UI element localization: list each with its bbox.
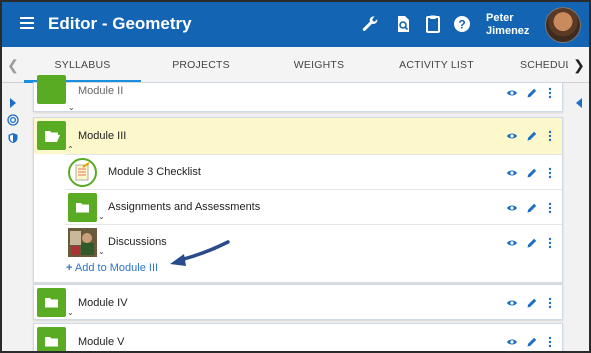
module-header[interactable]: Module V xyxy=(34,324,562,351)
more-vert-icon[interactable] xyxy=(544,297,556,309)
module-title: Module II xyxy=(78,85,124,97)
eye-icon[interactable] xyxy=(506,297,518,309)
chevron-down-icon[interactable]: ⌄ xyxy=(67,309,74,317)
module-title: Module V xyxy=(78,336,125,348)
folder-open-icon[interactable] xyxy=(37,121,66,150)
chevron-up-icon[interactable]: ⌄ xyxy=(67,144,74,153)
pencil-icon[interactable] xyxy=(526,202,538,214)
user-last-name: Jimenez xyxy=(486,25,530,37)
tab-bar: ❮ SYLLABUS PROJECTS WEIGHTS ACTIVITY LIS… xyxy=(2,47,589,83)
pencil-icon[interactable] xyxy=(526,336,538,348)
pencil-icon[interactable] xyxy=(526,167,538,179)
eye-icon[interactable] xyxy=(506,167,518,179)
photo-thumbnail-icon xyxy=(68,228,97,257)
clipboard-icon[interactable] xyxy=(423,14,443,34)
help-icon[interactable]: ? xyxy=(452,14,472,34)
item-title: Assignments and Assessments xyxy=(108,201,261,213)
eye-icon[interactable] xyxy=(506,130,518,142)
list-item[interactable]: ⌄ Assignments and Assessments xyxy=(65,189,562,224)
shield-icon[interactable] xyxy=(7,132,19,144)
more-vert-icon[interactable] xyxy=(544,237,556,249)
list-item[interactable]: ⌄ Discussions xyxy=(65,224,562,259)
add-to-module-label: Add to Module III xyxy=(74,262,159,274)
user-first-name: Peter xyxy=(486,12,514,24)
folder-icon[interactable] xyxy=(37,75,66,104)
tab-scroll-right-icon[interactable]: ❯ xyxy=(568,47,589,83)
pencil-icon[interactable] xyxy=(526,130,538,142)
collapse-left-icon[interactable] xyxy=(573,97,585,109)
pencil-icon[interactable] xyxy=(526,237,538,249)
tab-scroll-left-icon[interactable]: ❮ xyxy=(2,47,24,83)
tab-projects[interactable]: PROJECTS xyxy=(141,47,261,83)
target-icon[interactable] xyxy=(7,114,19,126)
folder-icon[interactable] xyxy=(37,327,66,351)
annotation-arrow-icon xyxy=(170,240,230,266)
more-vert-icon[interactable] xyxy=(544,167,556,179)
app-bar: Editor - Geometry ? Peter Jimenez xyxy=(2,2,589,47)
more-vert-icon[interactable] xyxy=(544,87,556,99)
pencil-icon[interactable] xyxy=(526,87,538,99)
chevron-down-icon[interactable]: ⌄ xyxy=(68,104,75,112)
tab-weights[interactable]: WEIGHTS xyxy=(261,47,377,83)
list-item[interactable]: Module 3 Checklist xyxy=(65,154,562,189)
user-name[interactable]: Peter Jimenez xyxy=(486,12,529,38)
eye-icon[interactable] xyxy=(506,336,518,348)
module-card: Module V xyxy=(33,323,563,351)
document-search-icon[interactable] xyxy=(393,14,413,34)
add-to-module-link[interactable]: + Add to Module III xyxy=(66,262,158,274)
module-header[interactable]: ⌄ Module IV xyxy=(34,285,562,321)
module-card: ⌄ Module IV xyxy=(33,284,563,320)
chevron-down-icon[interactable]: ⌄ xyxy=(98,213,105,221)
module-title: Module III xyxy=(78,130,127,142)
eye-icon[interactable] xyxy=(506,202,518,214)
pencil-icon[interactable] xyxy=(526,297,538,309)
app-title: Editor - Geometry xyxy=(48,14,192,33)
eye-icon[interactable] xyxy=(506,87,518,99)
module-card-expanded: ⌄ Module III Module 3 Checklist ⌄ Assign… xyxy=(33,117,563,283)
menu-icon[interactable] xyxy=(20,17,34,29)
module-title: Module IV xyxy=(78,297,128,309)
more-vert-icon[interactable] xyxy=(544,336,556,348)
wrench-icon[interactable] xyxy=(360,14,380,34)
tab-activity-list[interactable]: ACTIVITY LIST xyxy=(377,47,496,83)
folder-icon xyxy=(68,193,97,222)
eye-icon[interactable] xyxy=(506,237,518,249)
chevron-down-icon[interactable]: ⌄ xyxy=(98,248,105,256)
item-title: Module 3 Checklist xyxy=(108,166,201,178)
svg-text:?: ? xyxy=(458,18,465,32)
plus-icon: + xyxy=(66,262,73,274)
more-vert-icon[interactable] xyxy=(544,130,556,142)
item-title: Discussions xyxy=(108,236,167,248)
module-header[interactable]: ⌄ Module III xyxy=(34,118,562,154)
module-card: Module II ⌄ xyxy=(33,75,563,113)
expand-right-icon[interactable] xyxy=(7,97,19,109)
module-header[interactable]: Module II ⌄ xyxy=(34,75,562,113)
more-vert-icon[interactable] xyxy=(544,202,556,214)
app-window: Editor - Geometry ? Peter Jimenez ❮ SYLL… xyxy=(0,0,591,353)
avatar[interactable] xyxy=(545,7,581,43)
checklist-icon xyxy=(68,158,97,187)
folder-icon[interactable] xyxy=(37,288,66,317)
